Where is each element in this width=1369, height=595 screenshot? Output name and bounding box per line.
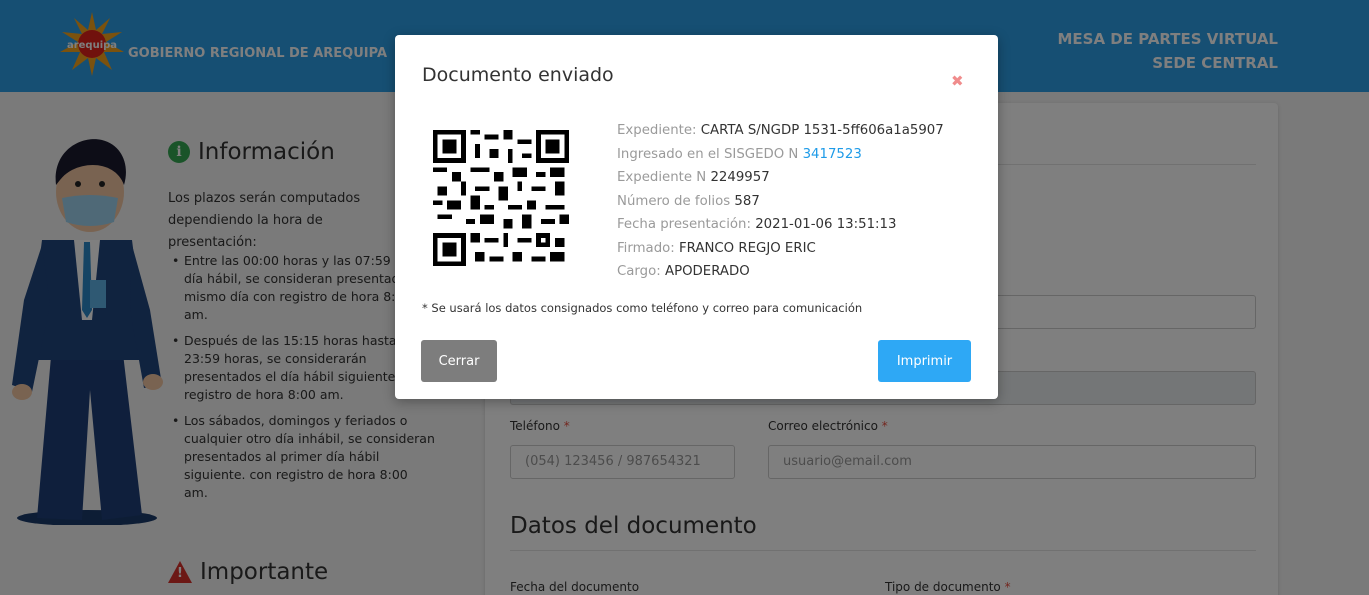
detail-folios: Número de folios 587 [617,193,760,209]
sisgedo-link[interactable]: 3417523 [803,147,862,162]
detail-fecha: Fecha presentación: 2021-01-06 13:51:13 [617,217,897,232]
detail-firmado: Firmado: FRANCO REGJO ERIC [617,240,816,256]
modal-title: Documento enviado [422,64,614,86]
detail-cargo: Cargo: APODERADO [617,264,750,279]
document-sent-modal: Documento enviado ✖ Expediente: CARTA S/… [395,35,998,399]
document-details: Expediente: CARTA S/NGDP 1531-5ff606a1a5… [617,119,944,284]
detail-expediente: Expediente: CARTA S/NGDP 1531-5ff606a1a5… [617,123,944,138]
detail-expediente-n: Expediente N 2249957 [617,170,770,185]
close-x-icon[interactable]: ✖ [951,72,964,90]
detail-sisgedo: Ingresado en el SISGEDO N 3417523 [617,146,862,162]
qr-code [433,130,569,266]
print-button[interactable]: Imprimir [878,340,971,382]
contact-note: * Se usará los datos consignados como te… [422,301,863,315]
close-button[interactable]: Cerrar [421,340,497,382]
